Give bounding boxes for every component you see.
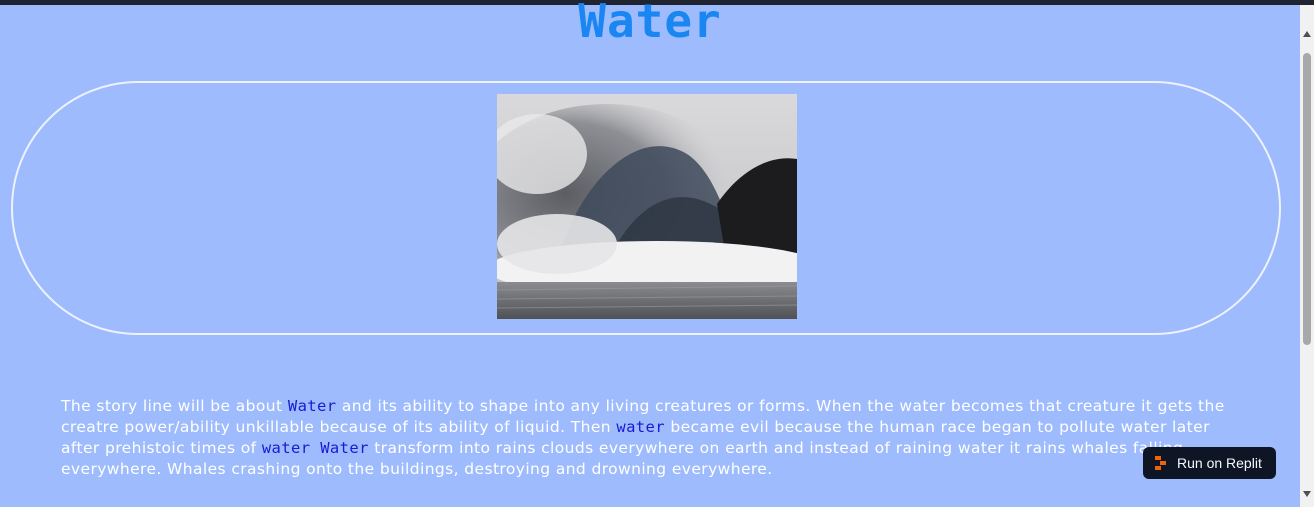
story-paragraph: The story line will be about Water and i… — [61, 396, 1231, 480]
wave-photo — [497, 94, 797, 319]
water-image — [497, 94, 797, 319]
story-text: The story line will be about — [61, 397, 288, 415]
story-highlight: Water — [287, 397, 337, 415]
scroll-down-arrow-icon[interactable] — [1303, 491, 1311, 497]
scrollbar-thumb[interactable] — [1303, 53, 1311, 345]
replit-logo-icon — [1155, 456, 1169, 470]
story-highlight: water — [616, 418, 666, 436]
run-on-replit-button[interactable]: Run on Replit — [1143, 447, 1276, 479]
page-title: Water — [578, 0, 722, 48]
story-highlight: water Water — [261, 439, 369, 457]
run-on-replit-label: Run on Replit — [1177, 455, 1262, 471]
vertical-scrollbar[interactable] — [1300, 5, 1314, 507]
scroll-up-arrow-icon[interactable] — [1303, 31, 1311, 37]
